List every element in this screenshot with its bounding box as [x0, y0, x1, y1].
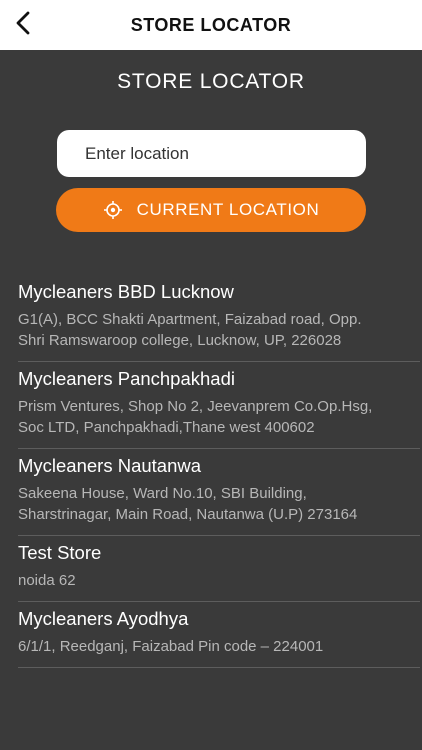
store-name: Mycleaners Ayodhya: [18, 608, 189, 629]
store-address: noida 62: [18, 572, 76, 589]
page-title: STORE LOCATOR: [130, 14, 292, 35]
store-list-item[interactable]: Test Store noida 62: [18, 536, 420, 602]
store-address: 6/1/1, Reedganj, Faizabad Pin code – 224…: [18, 638, 324, 655]
store-list-item[interactable]: Mycleaners Panchpakhadi Prism Ventures, …: [18, 362, 420, 449]
section-title: STORE LOCATOR: [117, 70, 305, 93]
store-address: Sakeena House, Ward No.10, SBI Building,…: [18, 485, 358, 523]
store-name: Mycleaners BBD Lucknow: [18, 281, 234, 302]
store-list-item[interactable]: Mycleaners BBD Lucknow G1(A), BCC Shakti…: [18, 275, 420, 362]
store-list: Mycleaners BBD Lucknow G1(A), BCC Shakti…: [0, 275, 422, 668]
app-header: STORE LOCATOR: [0, 0, 422, 50]
store-locator-content: STORE LOCATOR CURRENT LOCATION Mycleaner…: [0, 50, 422, 750]
store-list-item[interactable]: Mycleaners Ayodhya 6/1/1, Reedganj, Faiz…: [18, 602, 420, 668]
chevron-left-icon: [16, 11, 30, 40]
back-button[interactable]: [6, 8, 40, 42]
store-name: Mycleaners Nautanwa: [18, 455, 202, 476]
crosshair-target-icon: [103, 200, 123, 220]
current-location-label: CURRENT LOCATION: [136, 200, 320, 219]
location-search-input[interactable]: [57, 130, 366, 177]
store-name: Test Store: [18, 542, 102, 563]
store-address: Prism Ventures, Shop No 2, Jeevanprem Co…: [18, 398, 373, 436]
current-location-button[interactable]: CURRENT LOCATION: [56, 188, 366, 232]
store-address: G1(A), BCC Shakti Apartment, Faizabad ro…: [18, 311, 362, 349]
store-list-item[interactable]: Mycleaners Nautanwa Sakeena House, Ward …: [18, 449, 420, 536]
store-name: Mycleaners Panchpakhadi: [18, 368, 235, 389]
